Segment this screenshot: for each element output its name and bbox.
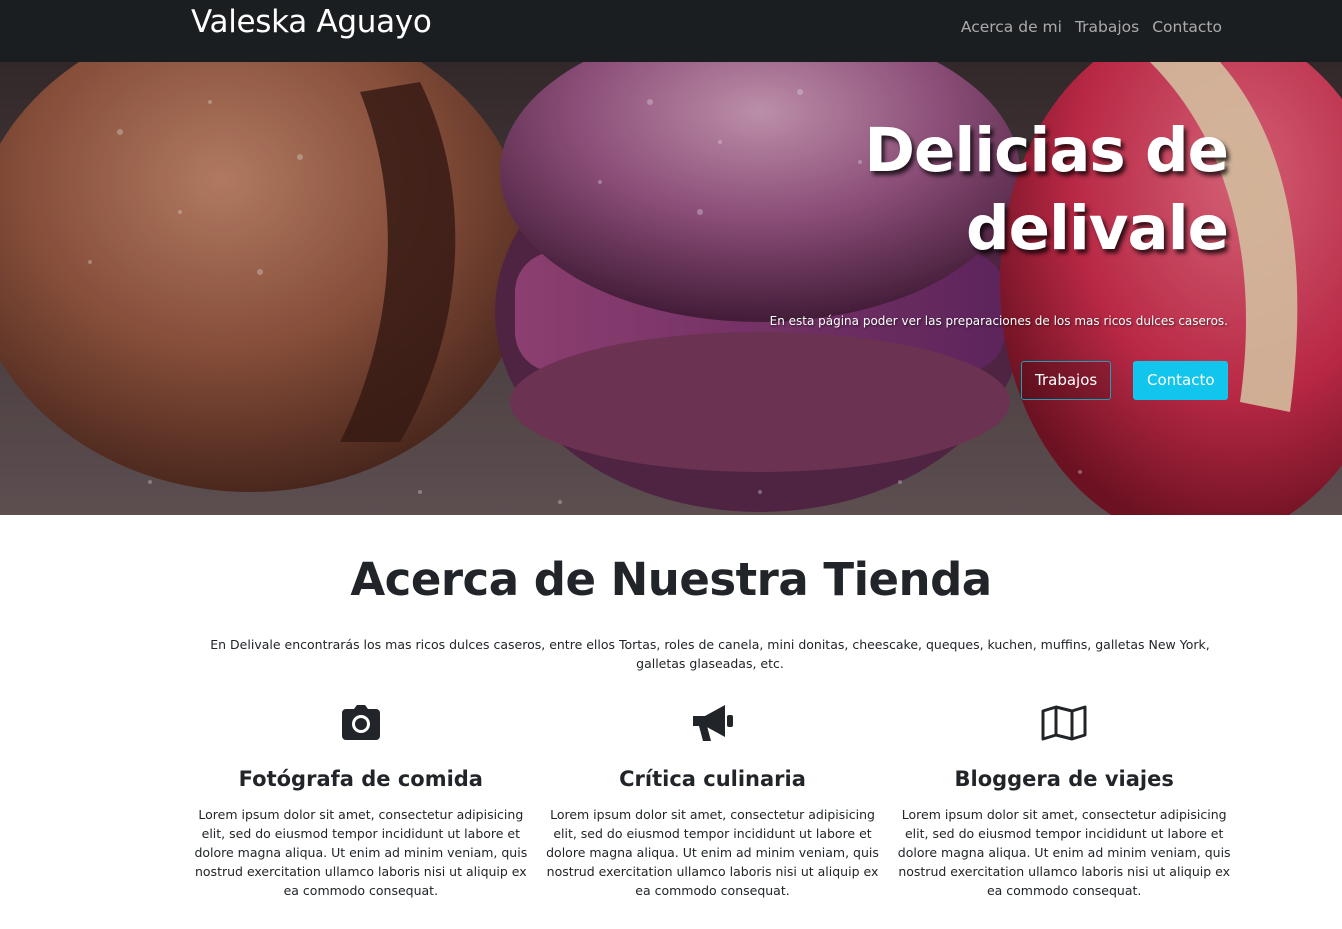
hero-content: Delicias de delivale En esta página pode… (769, 112, 1229, 328)
about-title: Acerca de Nuestra Tienda (350, 553, 992, 606)
hero-banner: Delicias de delivale En esta página pode… (0, 62, 1342, 515)
nav-link-contact[interactable]: Contacto (1152, 18, 1222, 36)
hero-title: Delicias de delivale (770, 112, 1229, 268)
megaphone-icon (545, 700, 881, 746)
camera-icon (193, 700, 529, 746)
feature-text: Lorem ipsum dolor sit amet, consectetur … (897, 807, 1231, 898)
contact-button[interactable]: Contacto (1133, 361, 1228, 400)
nav-link-about[interactable]: Acerca de mi (961, 18, 1062, 36)
nav-link-works[interactable]: Trabajos (1075, 18, 1139, 36)
feature-text: Lorem ipsum dolor sit amet, consectetur … (546, 807, 879, 898)
hero-title-line-2: delivale (965, 193, 1229, 264)
feature-item: Crítica culinaria Lorem ipsum dolor sit … (537, 700, 889, 900)
feature-title: Fotógrafa de comida (238, 767, 483, 791)
works-button[interactable]: Trabajos (1021, 361, 1111, 400)
hero-subtitle: En esta página poder ver las preparacion… (769, 314, 1228, 328)
feature-item: Fotógrafa de comida Lorem ipsum dolor si… (185, 700, 537, 900)
about-text: En Delivale encontrarás los mas ricos du… (210, 637, 1210, 671)
feature-title: Crítica culinaria (619, 767, 806, 791)
brand-logo[interactable]: Valeska Aguayo (191, 4, 432, 40)
feature-item: Bloggera de viajes Lorem ipsum dolor sit… (888, 700, 1240, 900)
features-row: Fotógrafa de comida Lorem ipsum dolor si… (185, 700, 1240, 900)
navbar: Valeska Aguayo Acerca de mi Trabajos Con… (0, 0, 1342, 62)
hero-title-line-1: Delicias de (864, 115, 1229, 186)
hero-buttons: Trabajos Contacto (1021, 361, 1228, 400)
feature-title: Bloggera de viajes (954, 767, 1174, 791)
nav-links: Acerca de mi Trabajos Contacto (961, 18, 1222, 36)
feature-text: Lorem ipsum dolor sit amet, consectetur … (194, 807, 528, 898)
map-icon (896, 700, 1232, 746)
